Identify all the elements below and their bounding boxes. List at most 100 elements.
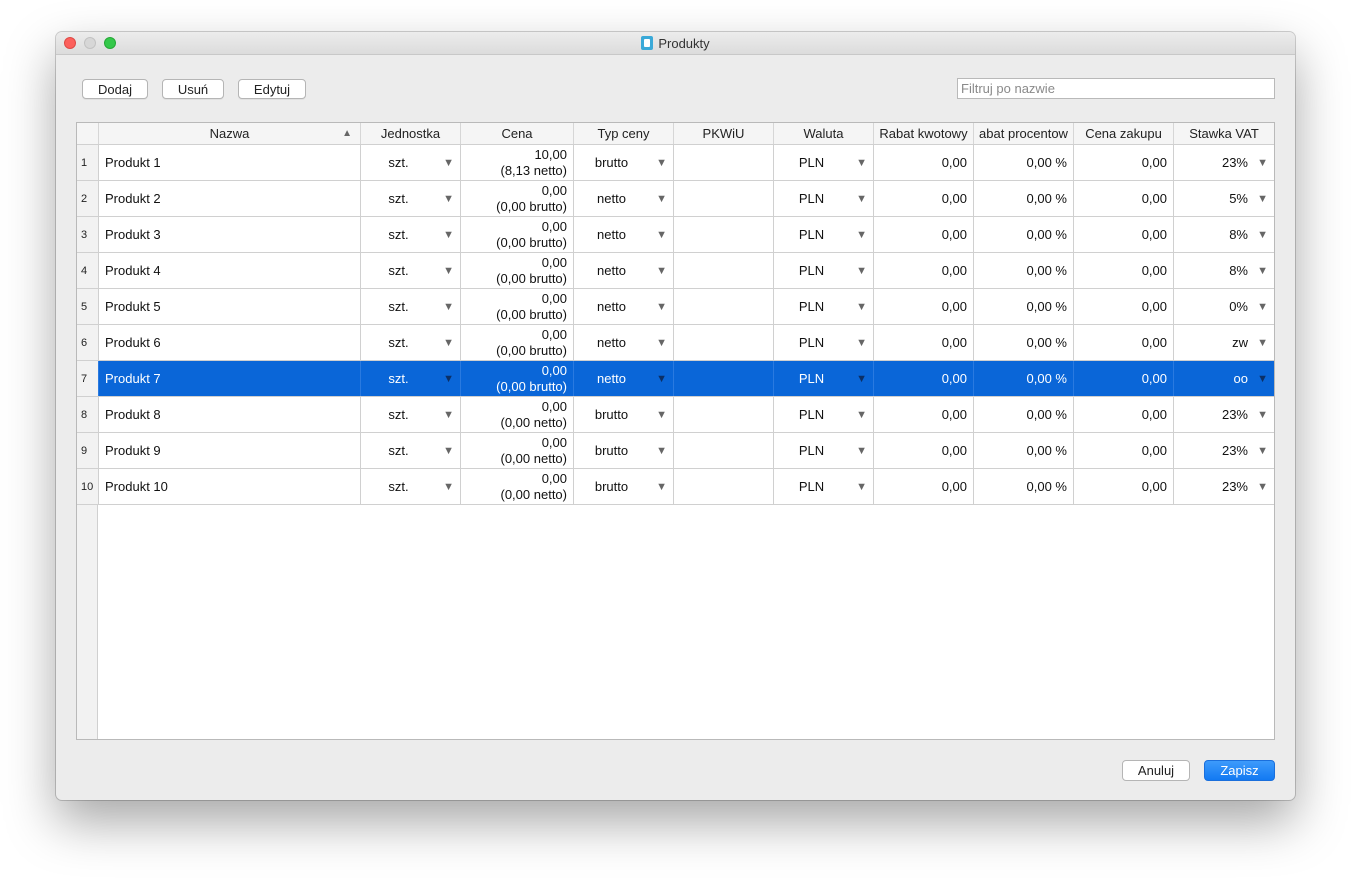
name-cell[interactable]: Produkt 6 <box>99 325 361 360</box>
unit-dropdown[interactable]: szt. ▼ <box>361 289 461 324</box>
table-row[interactable]: 6 Produkt 6 szt. ▼ 0,00 (0,00 brutto) netto ▼ PL… <box>77 325 1274 361</box>
price-cell[interactable]: 0,00 (0,00 brutto) <box>461 289 574 324</box>
vat-rate-dropdown[interactable]: 23% ▼ <box>1174 145 1274 180</box>
purchase-price-cell[interactable]: 0,00 <box>1074 289 1174 324</box>
discount-amount-cell[interactable]: 0,00 <box>874 469 974 504</box>
currency-dropdown[interactable]: PLN ▼ <box>774 181 874 216</box>
name-cell[interactable]: Produkt 4 <box>99 253 361 288</box>
currency-dropdown[interactable]: PLN ▼ <box>774 433 874 468</box>
dropdown-arrow-icon[interactable]: ▼ <box>1257 445 1268 457</box>
table-row[interactable]: 1 Produkt 1 szt. ▼ 10,00 (8,13 netto) brutto ▼ P… <box>77 145 1274 181</box>
dropdown-arrow-icon[interactable]: ▼ <box>656 409 667 421</box>
dropdown-arrow-icon[interactable]: ▼ <box>1257 337 1268 349</box>
dropdown-arrow-icon[interactable]: ▼ <box>856 409 867 421</box>
currency-dropdown[interactable]: PLN ▼ <box>774 217 874 252</box>
name-cell[interactable]: Produkt 8 <box>99 397 361 432</box>
dropdown-arrow-icon[interactable]: ▼ <box>656 373 667 385</box>
table-row[interactable]: 2 Produkt 2 szt. ▼ 0,00 (0,00 brutto) netto ▼ PL… <box>77 181 1274 217</box>
dropdown-arrow-icon[interactable]: ▼ <box>856 193 867 205</box>
dropdown-arrow-icon[interactable]: ▼ <box>656 337 667 349</box>
save-button[interactable]: Zapisz <box>1204 760 1275 781</box>
price-type-dropdown[interactable]: netto ▼ <box>574 289 674 324</box>
vat-rate-dropdown[interactable]: 23% ▼ <box>1174 469 1274 504</box>
column-header-vat-rate[interactable]: Stawka VAT <box>1174 123 1274 144</box>
currency-dropdown[interactable]: PLN ▼ <box>774 325 874 360</box>
dropdown-arrow-icon[interactable]: ▼ <box>856 229 867 241</box>
column-header-pkwiu[interactable]: PKWiU <box>674 123 774 144</box>
unit-dropdown[interactable]: szt. ▼ <box>361 325 461 360</box>
dropdown-arrow-icon[interactable]: ▼ <box>656 481 667 493</box>
column-header-discount-percent[interactable]: abat procentow <box>974 123 1074 144</box>
dropdown-arrow-icon[interactable]: ▼ <box>443 265 454 277</box>
purchase-price-cell[interactable]: 0,00 <box>1074 253 1174 288</box>
edit-button[interactable]: Edytuj <box>238 79 306 99</box>
price-type-dropdown[interactable]: netto ▼ <box>574 217 674 252</box>
unit-dropdown[interactable]: szt. ▼ <box>361 361 461 396</box>
dropdown-arrow-icon[interactable]: ▼ <box>656 157 667 169</box>
price-type-dropdown[interactable]: netto ▼ <box>574 325 674 360</box>
discount-percent-cell[interactable]: 0,00 % <box>974 433 1074 468</box>
dropdown-arrow-icon[interactable]: ▼ <box>1257 157 1268 169</box>
name-cell[interactable]: Produkt 10 <box>99 469 361 504</box>
discount-percent-cell[interactable]: 0,00 % <box>974 253 1074 288</box>
dropdown-arrow-icon[interactable]: ▼ <box>443 229 454 241</box>
vat-rate-dropdown[interactable]: 23% ▼ <box>1174 397 1274 432</box>
table-row[interactable]: 9 Produkt 9 szt. ▼ 0,00 (0,00 netto) brutto ▼ PL… <box>77 433 1274 469</box>
dropdown-arrow-icon[interactable]: ▼ <box>443 409 454 421</box>
unit-dropdown[interactable]: szt. ▼ <box>361 217 461 252</box>
price-type-dropdown[interactable]: netto ▼ <box>574 181 674 216</box>
pkwiu-cell[interactable] <box>674 325 774 360</box>
table-row[interactable]: 7 Produkt 7 szt. ▼ 0,00 (0,00 brutto) netto ▼ PL… <box>77 361 1274 397</box>
dropdown-arrow-icon[interactable]: ▼ <box>1257 193 1268 205</box>
pkwiu-cell[interactable] <box>674 289 774 324</box>
filter-input[interactable]: Filtruj po nazwie <box>957 78 1275 99</box>
dropdown-arrow-icon[interactable]: ▼ <box>443 193 454 205</box>
unit-dropdown[interactable]: szt. ▼ <box>361 469 461 504</box>
dropdown-arrow-icon[interactable]: ▼ <box>856 157 867 169</box>
table-row[interactable]: 3 Produkt 3 szt. ▼ 0,00 (0,00 brutto) netto ▼ PL… <box>77 217 1274 253</box>
pkwiu-cell[interactable] <box>674 397 774 432</box>
dropdown-arrow-icon[interactable]: ▼ <box>856 373 867 385</box>
discount-percent-cell[interactable]: 0,00 % <box>974 469 1074 504</box>
purchase-price-cell[interactable]: 0,00 <box>1074 181 1174 216</box>
purchase-price-cell[interactable]: 0,00 <box>1074 145 1174 180</box>
name-cell[interactable]: Produkt 2 <box>99 181 361 216</box>
price-type-dropdown[interactable]: netto ▼ <box>574 361 674 396</box>
column-header-currency[interactable]: Waluta <box>774 123 874 144</box>
discount-amount-cell[interactable]: 0,00 <box>874 217 974 252</box>
price-cell[interactable]: 0,00 (0,00 brutto) <box>461 361 574 396</box>
remove-button[interactable]: Usuń <box>162 79 224 99</box>
discount-percent-cell[interactable]: 0,00 % <box>974 289 1074 324</box>
purchase-price-cell[interactable]: 0,00 <box>1074 433 1174 468</box>
price-cell[interactable]: 0,00 (0,00 netto) <box>461 433 574 468</box>
dropdown-arrow-icon[interactable]: ▼ <box>656 229 667 241</box>
purchase-price-cell[interactable]: 0,00 <box>1074 217 1174 252</box>
pkwiu-cell[interactable] <box>674 469 774 504</box>
price-cell[interactable]: 0,00 (0,00 brutto) <box>461 325 574 360</box>
discount-percent-cell[interactable]: 0,00 % <box>974 361 1074 396</box>
dropdown-arrow-icon[interactable]: ▼ <box>1257 481 1268 493</box>
price-cell[interactable]: 0,00 (0,00 brutto) <box>461 217 574 252</box>
dropdown-arrow-icon[interactable]: ▼ <box>443 445 454 457</box>
dropdown-arrow-icon[interactable]: ▼ <box>656 301 667 313</box>
column-header-price-type[interactable]: Typ ceny <box>574 123 674 144</box>
discount-amount-cell[interactable]: 0,00 <box>874 253 974 288</box>
dropdown-arrow-icon[interactable]: ▼ <box>1257 373 1268 385</box>
vat-rate-dropdown[interactable]: 0% ▼ <box>1174 289 1274 324</box>
dropdown-arrow-icon[interactable]: ▼ <box>856 265 867 277</box>
dropdown-arrow-icon[interactable]: ▼ <box>856 337 867 349</box>
dropdown-arrow-icon[interactable]: ▼ <box>656 265 667 277</box>
unit-dropdown[interactable]: szt. ▼ <box>361 145 461 180</box>
price-cell[interactable]: 0,00 (0,00 brutto) <box>461 253 574 288</box>
discount-amount-cell[interactable]: 0,00 <box>874 397 974 432</box>
price-type-dropdown[interactable]: brutto ▼ <box>574 145 674 180</box>
purchase-price-cell[interactable]: 0,00 <box>1074 325 1174 360</box>
name-cell[interactable]: Produkt 1 <box>99 145 361 180</box>
name-cell[interactable]: Produkt 5 <box>99 289 361 324</box>
dropdown-arrow-icon[interactable]: ▼ <box>656 445 667 457</box>
price-type-dropdown[interactable]: brutto ▼ <box>574 469 674 504</box>
name-cell[interactable]: Produkt 7 <box>99 361 361 396</box>
pkwiu-cell[interactable] <box>674 253 774 288</box>
currency-dropdown[interactable]: PLN ▼ <box>774 469 874 504</box>
discount-percent-cell[interactable]: 0,00 % <box>974 217 1074 252</box>
